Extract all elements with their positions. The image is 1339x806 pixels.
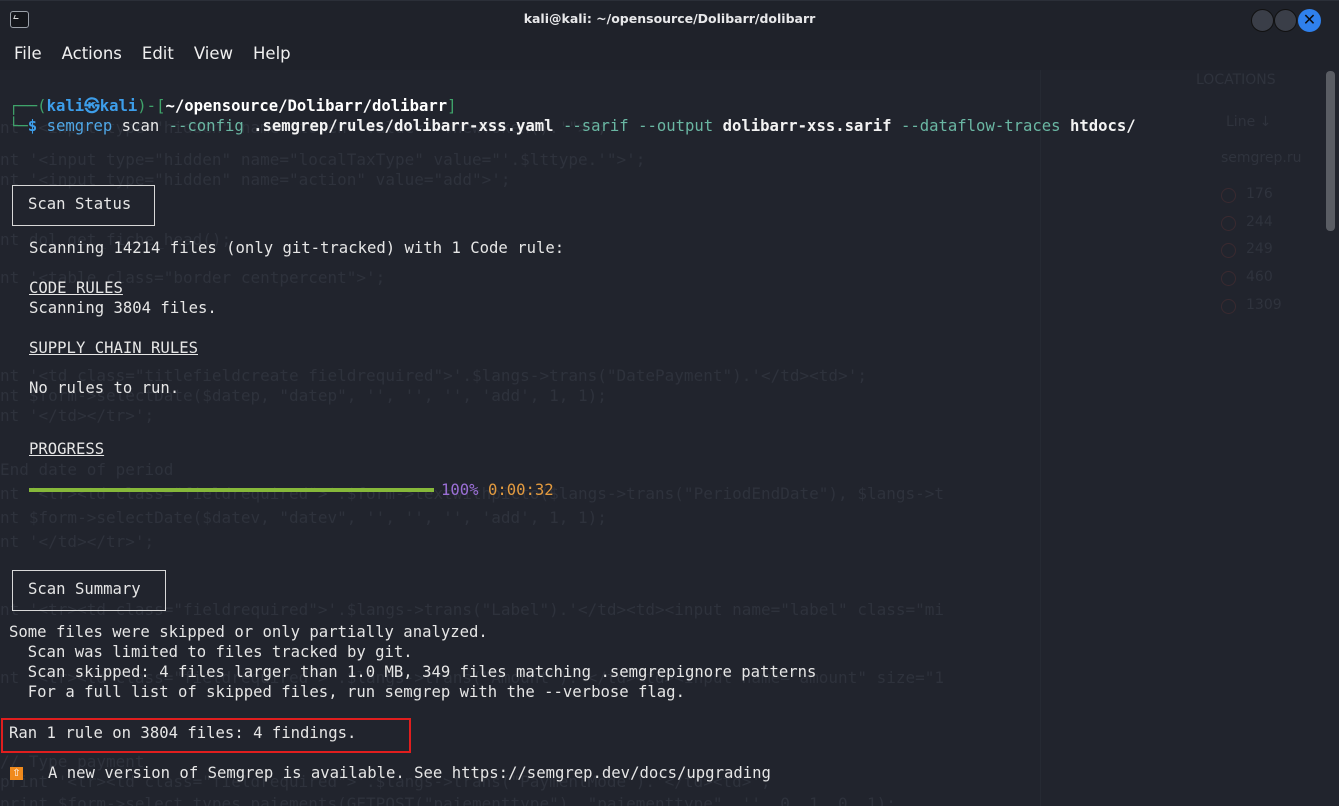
command-line: └─$ semgrep scan --config .semgrep/rules… <box>9 116 1136 136</box>
prompt-frame: └─ <box>9 117 28 135</box>
cmd-flag: --dataflow-traces <box>900 117 1061 135</box>
cmd-config-path: .semgrep/rules/dolibarr-xss.yaml <box>253 117 554 135</box>
prompt-frame: ] <box>447 97 457 115</box>
progress-heading: PROGRESS <box>29 440 105 458</box>
findings-highlight-box <box>1 718 411 753</box>
cmd-program: semgrep <box>46 117 113 135</box>
cmd-flag: --sarif <box>562 117 629 135</box>
scan-status-heading: Scan Status <box>12 185 155 226</box>
prompt-frame: )-[ <box>137 97 166 115</box>
ghost-line-number: 244 <box>1246 214 1273 230</box>
supply-chain-heading: SUPPLY CHAIN RULES <box>29 339 198 357</box>
ghost-code-line: nt '</td></tr>'; <box>0 532 155 551</box>
summary-line: For a full list of skipped files, run se… <box>9 683 685 701</box>
ghost-group-label: semgrep.ru <box>1221 150 1302 166</box>
cmd-output-path: dolibarr-xss.sarif <box>722 117 892 135</box>
ghost-line-number: 460 <box>1246 269 1273 285</box>
minimize-button[interactable] <box>1251 9 1274 32</box>
error-icon <box>1221 271 1236 286</box>
cmd-flag: --output <box>638 117 714 135</box>
menu-actions[interactable]: Actions <box>62 44 122 63</box>
error-icon <box>1221 216 1236 231</box>
error-icon <box>1221 188 1236 203</box>
ghost-locations-header: LOCATIONS <box>1196 72 1276 88</box>
summary-line: Scan was limited to files tracked by git… <box>9 643 413 661</box>
menu-help[interactable]: Help <box>253 44 291 63</box>
prompt-frame: ┌──( <box>9 97 47 115</box>
cmd-subcommand: scan <box>121 117 160 135</box>
progress-readout: 100% 0:00:32 <box>441 480 554 500</box>
supply-chain-line: No rules to run. <box>29 379 180 397</box>
scan-status-label: Scan Status <box>28 195 132 213</box>
terminal-scrollbar[interactable] <box>1326 71 1335 231</box>
progress-time: 0:00:32 <box>487 481 554 499</box>
prompt-cwd: ~/opensource/Dolibarr/dolibarr <box>165 97 448 115</box>
ghost-code-line: End date of period <box>0 460 174 479</box>
scanning-line: Scanning 14214 files (only git-tracked) … <box>29 239 565 257</box>
progress-percent: 100% <box>441 481 479 499</box>
prompt-dollar: $ <box>27 117 38 135</box>
ghost-line-number: 249 <box>1246 241 1273 257</box>
ghost-sort-label: Line ↓ <box>1226 114 1272 130</box>
close-icon: ✕ <box>1302 10 1317 29</box>
error-icon <box>1221 243 1236 258</box>
cmd-flag: --config <box>168 117 244 135</box>
menu-bar: File Actions Edit View Help <box>0 36 1339 70</box>
ghost-locations-panel: LOCATIONS Line ↓ semgrep.ru 176 244 249 … <box>1040 70 1330 806</box>
upgrade-notice: A new version of Semgrep is available. S… <box>48 764 771 782</box>
prompt-host: kali <box>99 97 138 115</box>
summary-line: Scan skipped: 4 files larger than 1.0 MB… <box>9 663 817 681</box>
code-rules-heading: CODE RULES <box>29 279 123 297</box>
prompt-user: kali <box>46 97 85 115</box>
code-rules-line: Scanning 3804 files. <box>29 299 217 317</box>
error-icon <box>1221 299 1236 314</box>
menu-file[interactable]: File <box>14 44 42 63</box>
ghost-code-line: nt $form->selectDate($datev, "datev", ''… <box>0 508 607 527</box>
scan-summary-label: Scan Summary <box>28 580 141 598</box>
ghost-line-number: 1309 <box>1246 297 1282 313</box>
prompt-line: ┌──(kali㉿kali)-[~/opensource/Dolibarr/do… <box>9 96 457 116</box>
scan-summary-heading: Scan Summary <box>12 570 166 611</box>
ghost-code-line: nt '<input type="hidden" name="localTaxT… <box>0 150 646 169</box>
ghost-code-line: print $form->select_types_paiements(GETP… <box>0 794 896 806</box>
window-title: kali@kali: ~/opensource/Dolibarr/dolibar… <box>523 11 816 26</box>
menu-edit[interactable]: Edit <box>142 44 174 63</box>
summary-line: Some files were skipped or only partiall… <box>9 623 488 641</box>
menu-view[interactable]: View <box>194 44 233 63</box>
ghost-line-number: 176 <box>1246 186 1273 202</box>
ghost-code-line: nt '</td></tr>'; <box>0 406 155 425</box>
title-bar: kali@kali: ~/opensource/Dolibarr/dolibar… <box>0 0 1339 36</box>
progress-bar <box>29 488 434 492</box>
close-button[interactable]: ✕ <box>1298 9 1321 32</box>
maximize-button[interactable] <box>1274 9 1297 32</box>
cmd-target: htdocs/ <box>1069 117 1136 135</box>
upgrade-arrow-icon: ⇧ <box>10 767 23 780</box>
prompt-at: ㉿ <box>84 97 100 115</box>
